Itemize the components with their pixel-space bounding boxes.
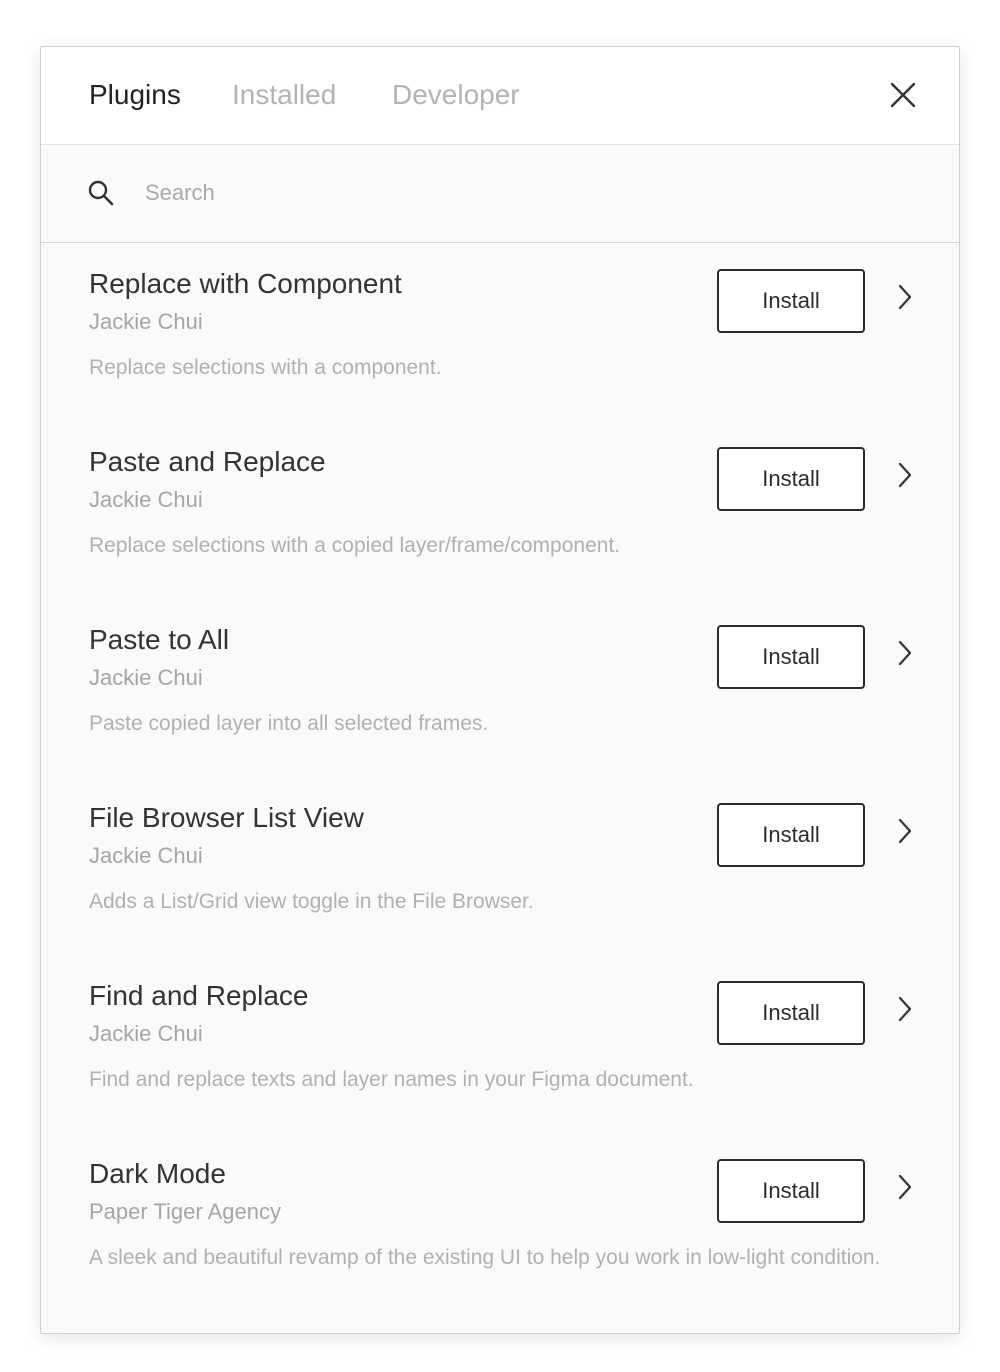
plugin-author: Jackie Chui <box>89 843 203 868</box>
tab-developer[interactable]: Developer <box>392 78 520 112</box>
plugin-author: Jackie Chui <box>89 487 203 512</box>
close-icon[interactable] <box>887 79 919 111</box>
plugin-author: Paper Tiger Agency <box>89 1199 282 1224</box>
plugin-item: Paste to All Jackie Chui Paste copied la… <box>41 599 959 777</box>
plugin-title: Find and Replace <box>89 980 309 1011</box>
install-button[interactable]: Install <box>717 803 865 867</box>
chevron-right-icon[interactable] <box>897 283 913 311</box>
plugin-title: Replace with Component <box>89 268 402 299</box>
tab-installed[interactable]: Installed <box>232 78 336 112</box>
chevron-right-icon[interactable] <box>897 639 913 667</box>
search-bar <box>41 145 959 243</box>
plugin-title: Dark Mode <box>89 1158 226 1189</box>
plugin-item: Find and Replace Jackie Chui Find and re… <box>41 955 959 1133</box>
install-button[interactable]: Install <box>717 625 865 689</box>
plugin-description: Find and replace texts and layer names i… <box>89 1068 694 1091</box>
plugin-item: Paste and Replace Jackie Chui Replace se… <box>41 421 959 599</box>
plugin-author: Jackie Chui <box>89 1021 203 1046</box>
install-button[interactable]: Install <box>717 1159 865 1223</box>
plugin-title: Paste and Replace <box>89 446 326 477</box>
chevron-right-icon[interactable] <box>897 817 913 845</box>
plugin-description: A sleek and beautiful revamp of the exis… <box>89 1246 881 1269</box>
search-input[interactable] <box>145 173 845 213</box>
search-icon <box>88 180 114 206</box>
tab-plugins[interactable]: Plugins <box>89 78 181 112</box>
chevron-right-icon[interactable] <box>897 1173 913 1201</box>
plugin-description: Adds a List/Grid view toggle in the File… <box>89 890 534 913</box>
plugin-description: Replace selections with a component. <box>89 356 442 379</box>
install-button[interactable]: Install <box>717 269 865 333</box>
plugin-item: Replace with Component Jackie Chui Repla… <box>41 243 959 421</box>
plugin-item: File Browser List View Jackie Chui Adds … <box>41 777 959 955</box>
plugin-title: Paste to All <box>89 624 230 655</box>
plugin-item: Dark Mode Paper Tiger Agency A sleek and… <box>41 1133 959 1311</box>
panel-header: Plugins Installed Developer <box>41 47 959 145</box>
install-button[interactable]: Install <box>717 447 865 511</box>
plugin-title: File Browser List View <box>89 802 364 833</box>
plugin-description: Paste copied layer into all selected fra… <box>89 712 489 735</box>
plugin-author: Jackie Chui <box>89 665 203 690</box>
chevron-right-icon[interactable] <box>897 995 913 1023</box>
plugin-author: Jackie Chui <box>89 309 203 334</box>
install-button[interactable]: Install <box>717 981 865 1045</box>
chevron-right-icon[interactable] <box>897 461 913 489</box>
plugins-panel: Plugins Installed Developer Replace with… <box>40 46 960 1334</box>
plugin-description: Replace selections with a copied layer/f… <box>89 534 621 557</box>
